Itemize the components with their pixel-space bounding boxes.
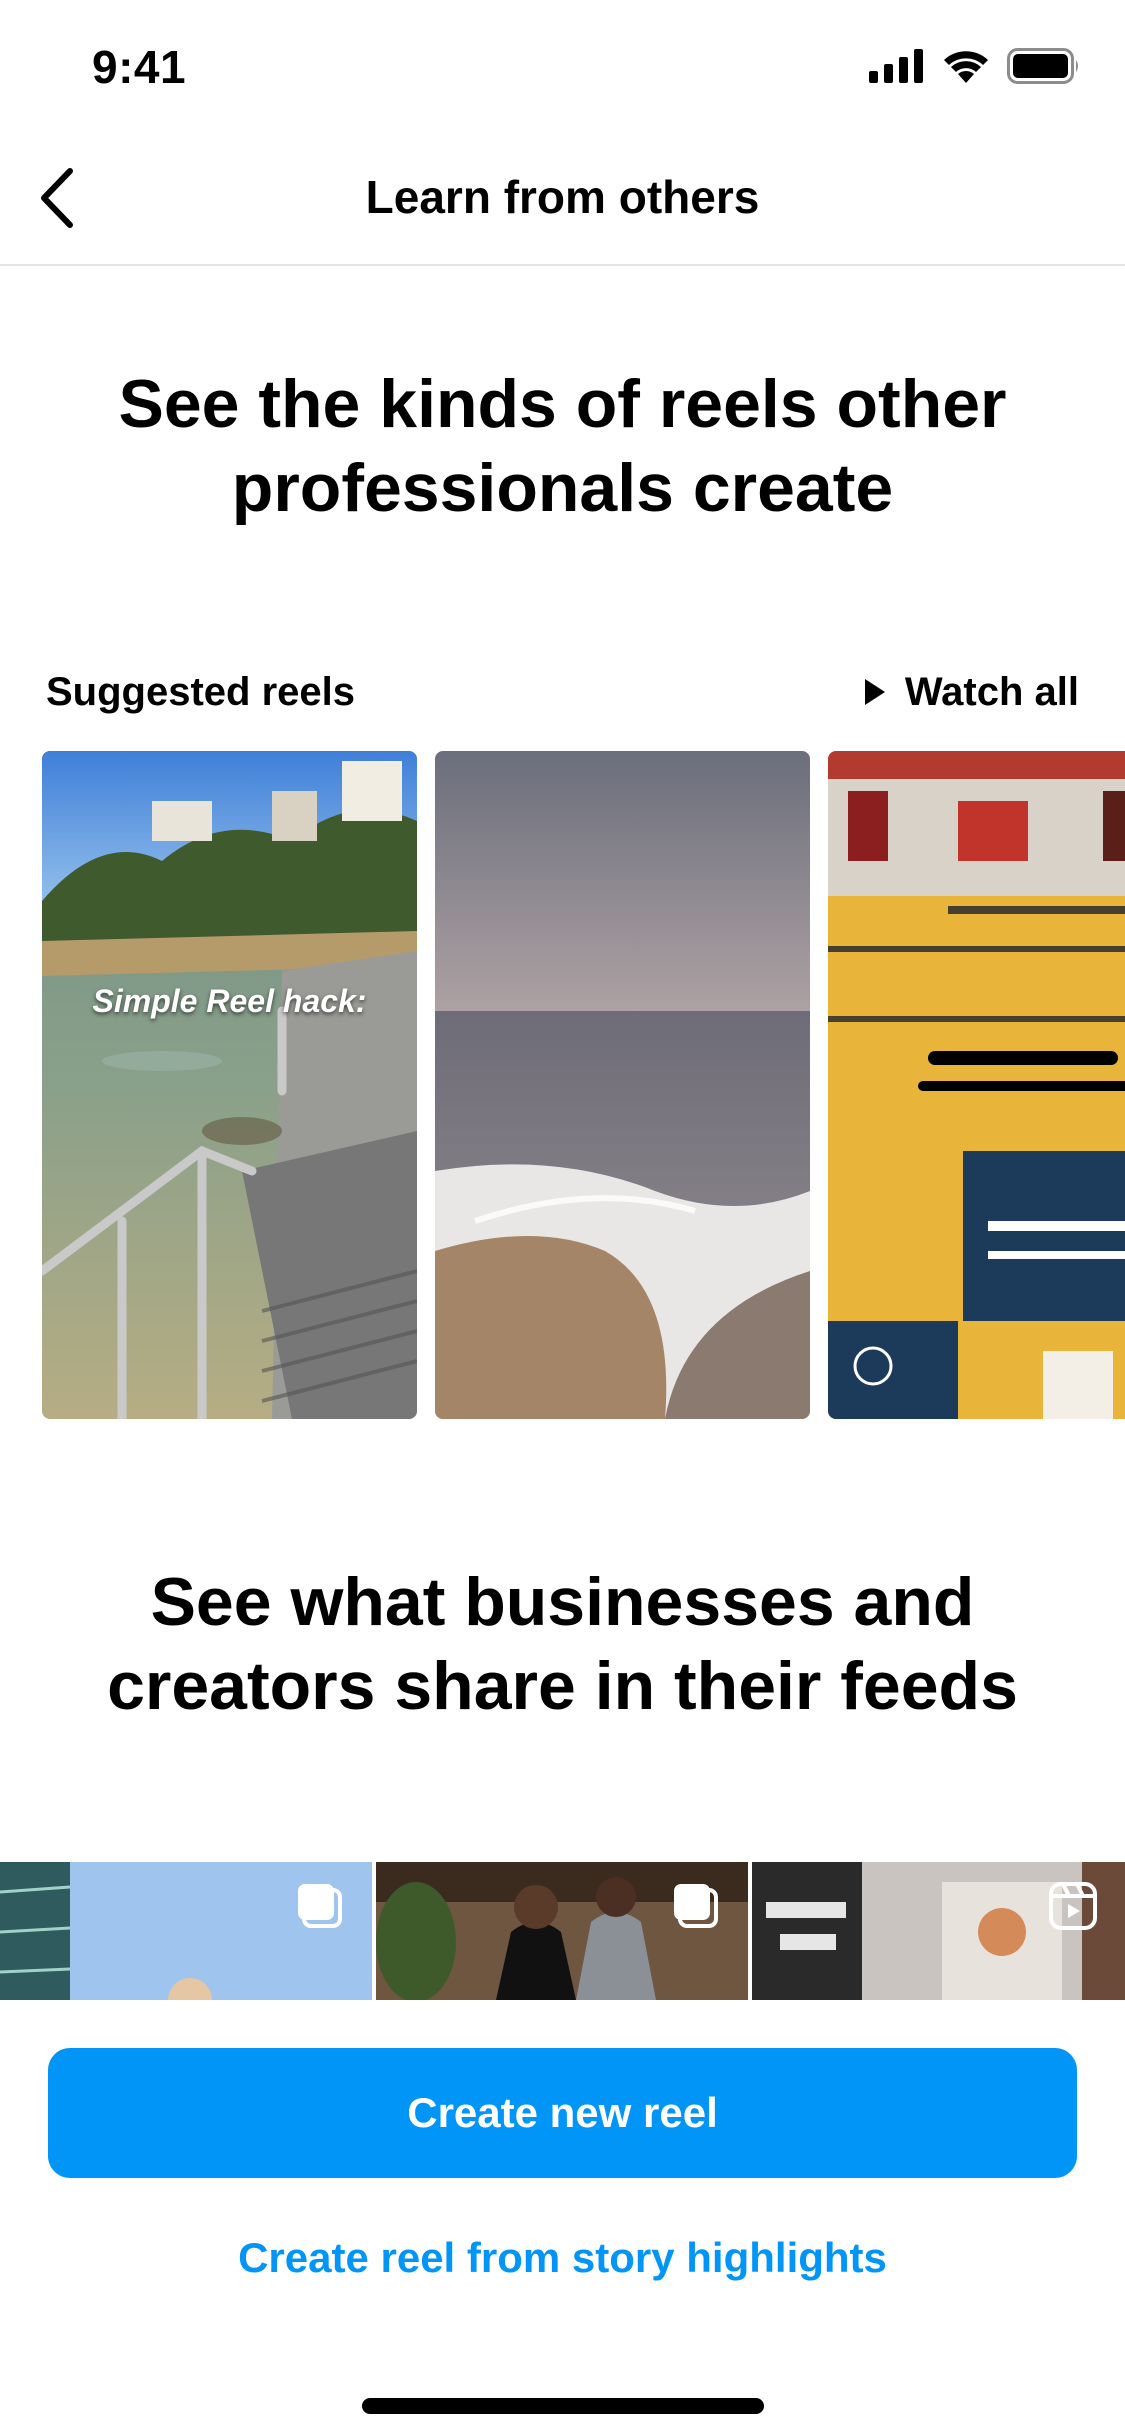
play-icon (864, 679, 885, 705)
signal-icon (869, 49, 923, 83)
create-reel-from-highlights-link[interactable]: Create reel from story highlights (0, 2234, 1125, 2282)
status-time: 9:41 (92, 41, 187, 93)
reel-icon (1049, 1882, 1097, 1930)
feed-post-thumbnail[interactable] (376, 1862, 748, 2000)
section-headline-feeds: See what businesses and creators share i… (107, 1564, 1018, 1724)
reel-overlay-text: Simple Reel hack: (92, 983, 367, 1019)
reel-image (435, 751, 810, 1419)
carousel-icon (298, 1884, 342, 1928)
status-bar: 9:41 (0, 0, 1125, 132)
wifi-icon (944, 51, 988, 83)
page-title: Learn from others (365, 171, 760, 223)
section-headline-reels: See the kinds of reels other professiona… (118, 366, 1007, 526)
reel-thumbnail[interactable] (828, 751, 1125, 1419)
suggested-reels-label: Suggested reels (46, 669, 356, 714)
feed-post-thumbnail[interactable] (0, 1862, 372, 2000)
nav-bar: Learn from others (0, 132, 1125, 266)
reel-thumbnail[interactable]: Simple Reel hack: (42, 751, 417, 1419)
status-icons (869, 48, 1081, 84)
carousel-icon (674, 1884, 718, 1928)
bottom-actions: Create new reel Create reel from story h… (0, 2000, 1125, 2436)
reel-thumbnail[interactable] (435, 751, 810, 1419)
suggested-reels-carousel[interactable]: Simple Reel hack: (42, 751, 1125, 1419)
watch-all-label: Watch all (904, 669, 1079, 714)
battery-icon (1007, 48, 1078, 84)
feed-posts-row[interactable] (0, 1862, 1125, 2000)
reel-image (828, 751, 1125, 1419)
watch-all-button[interactable]: Watch all (863, 670, 1079, 715)
suggested-reels-header: Suggested reels Watch all (46, 664, 1079, 720)
home-indicator (362, 2398, 764, 2414)
reel-image (42, 751, 417, 1419)
create-new-reel-button[interactable]: Create new reel (48, 2048, 1077, 2178)
feed-post-thumbnail[interactable] (752, 1862, 1125, 2000)
